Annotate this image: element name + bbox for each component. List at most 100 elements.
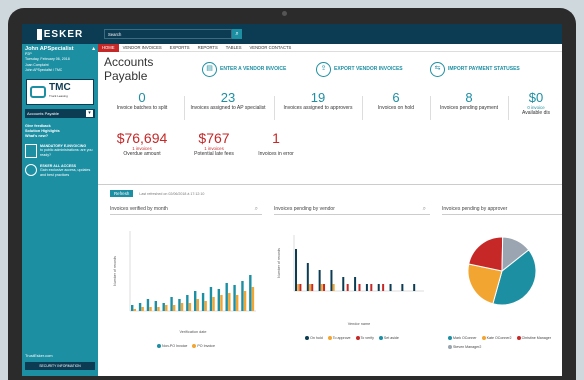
kpi-overdue[interactable]: $76,694 1 invoices Overdue amount	[102, 130, 182, 157]
bar	[146, 299, 150, 311]
bar	[180, 303, 184, 311]
legend-item: Mark OConner	[448, 336, 477, 341]
bar	[241, 281, 244, 311]
module-select-value: Accounts Payable	[27, 110, 60, 116]
enter-invoice-action[interactable]: ▤ ENTER A VENDOR INVOICE	[202, 61, 312, 77]
bar	[162, 303, 165, 311]
chart-pending-by-approver	[467, 236, 537, 306]
bar	[297, 284, 300, 291]
x-axis-label: Vendor name	[348, 322, 371, 326]
promo-einvoicing[interactable]: MANDATORY E-INVOICING to public administ…	[22, 141, 98, 161]
kpi-value: 0	[138, 90, 146, 105]
user-name-text: John APSpecialist	[25, 46, 74, 52]
kpi-value: $0	[528, 90, 544, 105]
search-input[interactable]: Search	[104, 29, 232, 39]
user-block: John APSpecialist ▴ P2P Tuesday, Februar…	[22, 44, 98, 75]
import-statuses-action[interactable]: ⇆ IMPORT PAYMENT STATUSES	[430, 61, 540, 77]
kpi-late-fees[interactable]: $767 1 invoices Potential late fees	[184, 130, 244, 157]
tab-exports[interactable]: EXPORTS	[166, 44, 194, 52]
legend-label: Non-PO Invoice	[162, 344, 188, 348]
x-axis-label: Verification date	[179, 330, 206, 334]
bar	[186, 295, 189, 311]
y-axis-label: Number of records	[113, 256, 117, 286]
legend-label: Steven Manager2	[453, 345, 482, 350]
bar	[131, 305, 134, 311]
user-sub: John APSpecialist / TMC	[25, 68, 63, 73]
bar	[318, 270, 321, 291]
tab-vendor-invoices[interactable]: VENDOR INVOICES	[119, 44, 166, 52]
company-sub: Truck Leasing	[49, 93, 68, 98]
kpi-value: $767	[198, 130, 230, 146]
search-icon[interactable]: ⌕	[232, 29, 242, 39]
promo-body: to public administrations: are you ready…	[40, 148, 93, 157]
kpi-discounts[interactable]: $0 0 invoice Available dis	[510, 90, 562, 116]
chart-verified-by-month: Number of records Verification date	[113, 231, 256, 334]
kpi-on-hold[interactable]: 6 Invoices on hold	[366, 90, 426, 111]
bar	[149, 307, 152, 311]
kpi-approvers[interactable]: 19 Invoices assigned to approvers	[278, 90, 358, 111]
panel-pending-by-approver: Invoices pending by approver Mark OConne…	[442, 206, 562, 366]
kpi-pending-payment[interactable]: 8 Invoices pending payment	[434, 90, 504, 111]
legend-label: On hold	[310, 336, 323, 340]
promo-all-access[interactable]: ESKER ALL ACCESS Gain exclusive access, …	[22, 161, 98, 181]
company-logo: TMC Truck Leasing	[26, 78, 94, 105]
chevron-down-icon[interactable]: ▾	[86, 109, 93, 117]
legend-item: Non-PO Invoice	[157, 344, 188, 349]
kpi-label: Overdue amount	[123, 151, 161, 157]
collapse-icon[interactable]: ▴	[92, 46, 95, 52]
kpi-label: Available dis	[522, 110, 550, 116]
kpi-batches[interactable]: 0 Invoice batches to split	[102, 90, 182, 111]
company-short: TMC	[49, 81, 71, 93]
action-label: ENTER A VENDOR INVOICE	[220, 66, 287, 72]
sidebar-links: Give feedback Solution Highlights What's…	[22, 122, 98, 141]
panel-title-text: Invoices verified by month	[110, 206, 168, 212]
tab-home[interactable]: HOME	[98, 43, 119, 52]
kpi-label: Invoices on hold	[377, 105, 415, 111]
bar	[196, 299, 199, 311]
chart-legend: Non-PO Invoice PO Invoice	[110, 344, 262, 349]
tab-reports[interactable]: REPORTS	[194, 44, 222, 52]
promo-body: Gain exclusive access, updates and best …	[40, 168, 91, 177]
chart-legend: Mark OConner Kate OConner2 Christine Man…	[442, 336, 562, 350]
bar	[243, 291, 247, 311]
bar	[323, 284, 326, 291]
kpi-label: Potential late fees	[194, 151, 234, 157]
trust-link[interactable]: TrustEsker.com	[25, 353, 53, 358]
bar	[217, 289, 221, 311]
camera-dot	[282, 11, 287, 16]
legend-item: Christine Manager	[516, 336, 551, 341]
export-invoices-action[interactable]: ⇪ EXPORT VENDOR INVOICES	[316, 61, 426, 77]
bar	[377, 284, 380, 291]
bar	[133, 309, 136, 311]
search-icon[interactable]: ⌕	[255, 206, 258, 214]
tab-vendor-contacts[interactable]: VENDOR CONTACTS	[246, 44, 296, 52]
legend-label: Mark OConner	[453, 336, 477, 340]
link-whats-new[interactable]: What's new?	[25, 134, 95, 139]
bar	[342, 277, 345, 291]
bar	[212, 297, 215, 311]
tab-tables[interactable]: TABLES	[222, 44, 246, 52]
page-title: Accounts Payable	[104, 55, 154, 83]
panel-verified-by-month: Invoices verified by month ⌕ Number of r…	[110, 206, 262, 366]
kpi-label: Invoices assigned to AP specialist	[190, 105, 266, 111]
bar	[165, 305, 168, 311]
bar	[235, 295, 239, 311]
module-select[interactable]: Accounts Payable ▾	[25, 108, 95, 118]
bar	[320, 284, 323, 291]
bar	[209, 287, 213, 311]
bar	[413, 284, 416, 291]
kpi-ap-specialist[interactable]: 23 Invoices assigned to AP specialist	[188, 90, 268, 111]
kpi-value: 23	[220, 90, 236, 105]
bar	[382, 284, 385, 291]
search-icon[interactable]: ⌕	[423, 206, 426, 214]
refresh-button[interactable]: Refresh	[110, 190, 134, 197]
bar	[201, 293, 205, 311]
esker-logo[interactable]: ESKER	[36, 28, 83, 40]
refresh-row: Refresh Last refreshed on 02/06/2018 à 1…	[98, 184, 562, 197]
document-icon	[25, 143, 37, 158]
kpi-errors[interactable]: 1 Invoices in error	[248, 130, 304, 157]
y-axis-label: Number of records	[277, 248, 281, 278]
security-info-button[interactable]: SECURITY INFORMATION	[25, 362, 95, 370]
user-date: Tuesday, February 06, 2018	[25, 57, 70, 61]
bar	[346, 284, 349, 291]
